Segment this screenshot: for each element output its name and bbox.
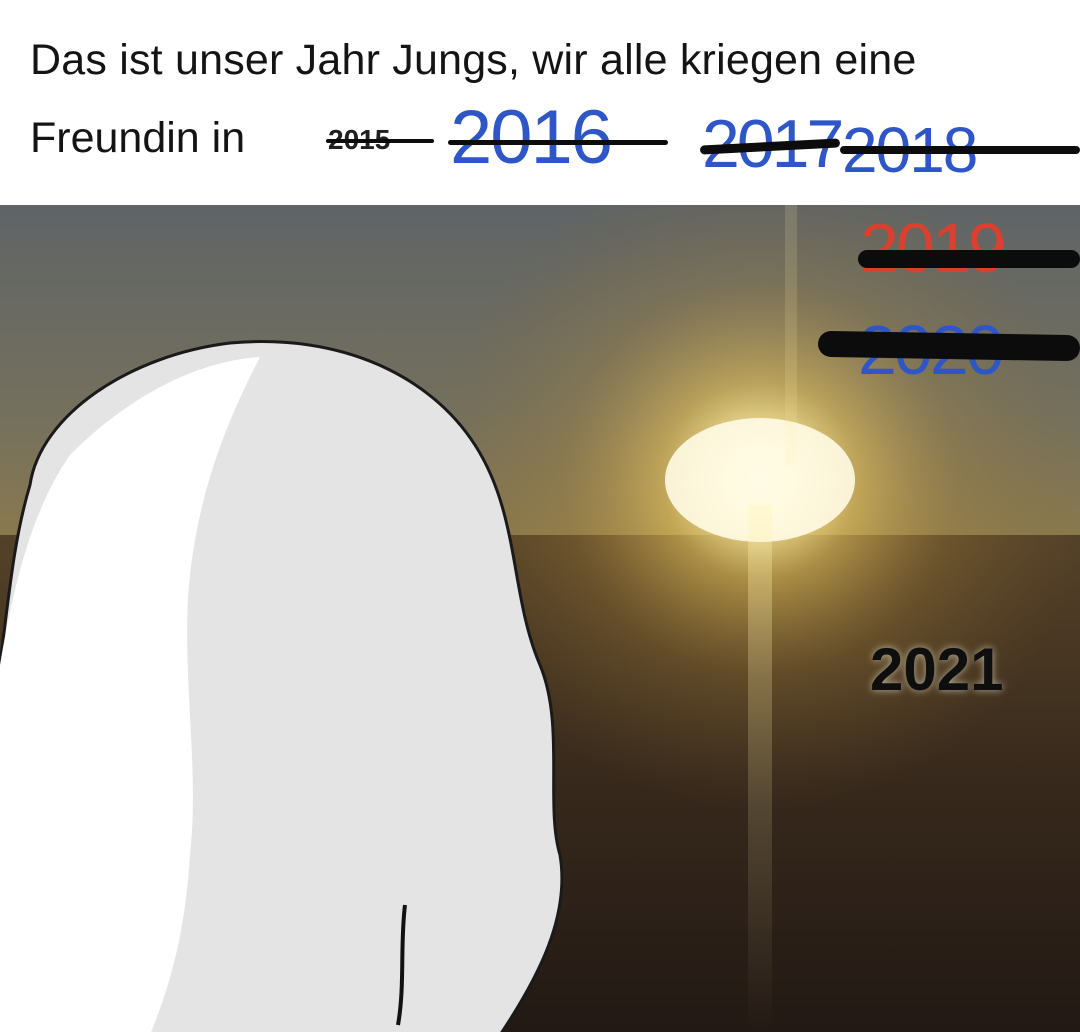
- year-2016-crossed: 2016: [450, 100, 613, 176]
- wojak-head-silhouette-icon: [0, 340, 564, 1032]
- strike-2016: [448, 140, 668, 145]
- caption-area: Das ist unser Jahr Jungs, wir alle krieg…: [0, 0, 1080, 205]
- strike-2019: [858, 250, 1080, 268]
- sunrise-photo: 2019 2020 2021: [0, 205, 1080, 1032]
- strike-2018: [840, 146, 1080, 154]
- year-2021: 2021: [870, 636, 1004, 703]
- year-2019-text: 2019: [860, 209, 1007, 287]
- year-2016-text: 2016: [450, 95, 613, 180]
- strike-2015: [326, 139, 434, 143]
- caption-line-1: Das ist unser Jahr Jungs, wir alle krieg…: [30, 36, 917, 84]
- strike-2020: [817, 330, 1080, 362]
- year-2019-crossed: 2019: [860, 213, 1007, 283]
- caption-line-2: Freundin in: [30, 114, 246, 162]
